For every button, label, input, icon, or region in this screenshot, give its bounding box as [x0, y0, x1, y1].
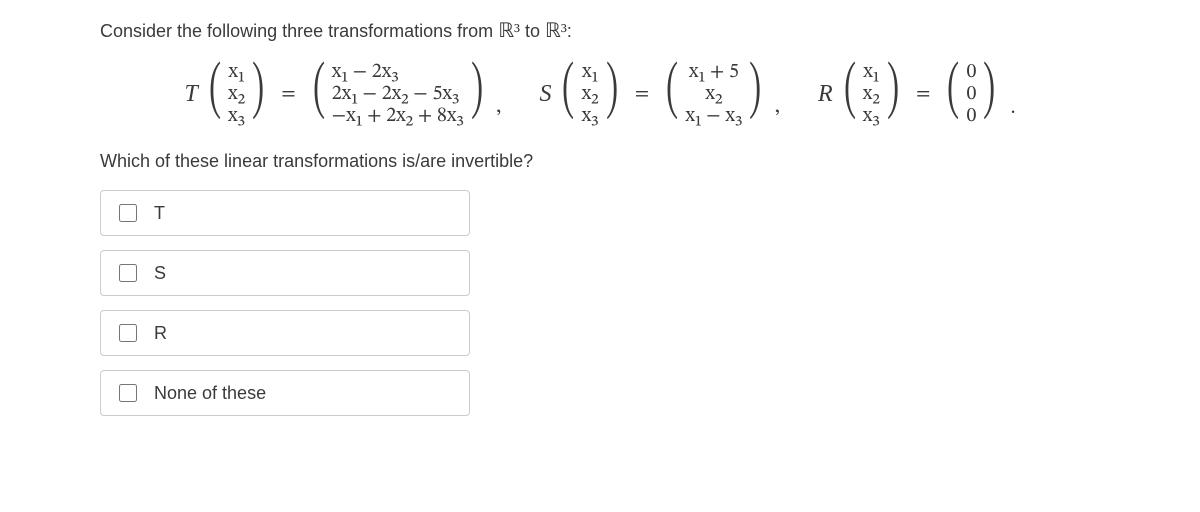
- R-in-2: x₂: [863, 83, 880, 105]
- R-in-3: x₃: [863, 105, 880, 127]
- option-none-label: None of these: [154, 383, 266, 404]
- transform-T: T ( x₁ x₂ x₃ ) = ( x₁ − 2x₃ 2x₁ − 2x₂ − …: [185, 61, 504, 127]
- paren-right-icon: ): [606, 61, 618, 127]
- transform-T-input-vector: ( x₁ x₂ x₃ ): [204, 61, 269, 127]
- period-icon: .: [1007, 96, 1016, 121]
- option-R-checkbox[interactable]: [119, 324, 137, 342]
- transform-R-input-vector: ( x₁ x₂ x₃ ): [839, 61, 904, 127]
- paren-right-icon: ): [471, 61, 483, 127]
- R-out-3: 0: [967, 105, 977, 127]
- prompt-suffix: :: [567, 21, 572, 41]
- transform-S: S ( x₁ x₂ x₃ ) = ( x₁ + 5 x₂ x₁ − x₃ ) ,: [539, 61, 782, 127]
- transform-S-input-vector: ( x₁ x₂ x₃ ): [557, 61, 622, 127]
- question-text: Which of these linear transformations is…: [100, 151, 1100, 172]
- paren-right-icon: ): [887, 61, 899, 127]
- S-in-1: x₁: [582, 61, 599, 83]
- S-in-3: x₃: [582, 105, 599, 127]
- prompt-text: Consider the following three transformat…: [100, 18, 1100, 43]
- options-list: T S R None of these: [100, 190, 470, 416]
- T-in-3: x₃: [228, 105, 245, 127]
- option-none-checkbox[interactable]: [119, 384, 137, 402]
- transform-T-name: T: [185, 81, 198, 108]
- option-none[interactable]: None of these: [100, 370, 470, 416]
- T-out-1: x₁ − 2x₃: [332, 61, 464, 83]
- paren-left-icon: (: [947, 61, 959, 127]
- S-out-3: x₁ − x₃: [685, 105, 742, 127]
- paren-left-icon: (: [209, 61, 221, 127]
- prompt-prefix: Consider the following three transformat…: [100, 21, 498, 41]
- T-in-1: x₁: [228, 61, 245, 83]
- paren-left-icon: (: [313, 61, 325, 127]
- T-out-2: 2x₁ − 2x₂ − 5x₃: [332, 83, 464, 105]
- space-to: ℝ³: [545, 20, 567, 42]
- option-S-label: S: [154, 263, 166, 284]
- option-R-label: R: [154, 323, 167, 344]
- transform-T-output-vector: ( x₁ − 2x₃ 2x₁ − 2x₂ − 5x₃ −x₁ + 2x₂ + 8…: [308, 61, 488, 127]
- comma-icon: ,: [773, 93, 782, 121]
- space-from: ℝ³: [498, 20, 520, 42]
- prompt-mid: to: [520, 21, 545, 41]
- option-S-checkbox[interactable]: [119, 264, 137, 282]
- option-T-label: T: [154, 203, 165, 224]
- transform-R: R ( x₁ x₂ x₃ ) = ( 0 0 0 ) .: [818, 61, 1016, 127]
- option-T[interactable]: T: [100, 190, 470, 236]
- paren-left-icon: (: [562, 61, 574, 127]
- transform-R-name: R: [818, 81, 833, 108]
- paren-left-icon: (: [666, 61, 678, 127]
- transform-R-output-vector: ( 0 0 0 ): [942, 61, 1000, 127]
- transformations-block: T ( x₁ x₂ x₃ ) = ( x₁ − 2x₃ 2x₁ − 2x₂ − …: [100, 61, 1100, 127]
- S-in-2: x₂: [582, 83, 599, 105]
- T-in-2: x₂: [228, 83, 245, 105]
- option-T-checkbox[interactable]: [119, 204, 137, 222]
- option-R[interactable]: R: [100, 310, 470, 356]
- option-S[interactable]: S: [100, 250, 470, 296]
- transform-S-output-vector: ( x₁ + 5 x₂ x₁ − x₃ ): [661, 61, 766, 127]
- S-out-1: x₁ + 5: [685, 61, 742, 83]
- S-out-2: x₂: [685, 83, 742, 105]
- R-in-1: x₁: [863, 61, 880, 83]
- comma-icon: ,: [494, 93, 503, 121]
- equals-icon: =: [629, 82, 655, 107]
- T-out-3: −x₁ + 2x₂ + 8x₃: [332, 105, 464, 127]
- R-out-1: 0: [967, 61, 977, 83]
- equals-icon: =: [910, 82, 936, 107]
- paren-right-icon: ): [749, 61, 761, 127]
- paren-right-icon: ): [252, 61, 264, 127]
- transform-S-name: S: [539, 81, 551, 108]
- paren-right-icon: ): [983, 61, 995, 127]
- equals-icon: =: [275, 82, 301, 107]
- R-out-2: 0: [967, 83, 977, 105]
- paren-left-icon: (: [844, 61, 856, 127]
